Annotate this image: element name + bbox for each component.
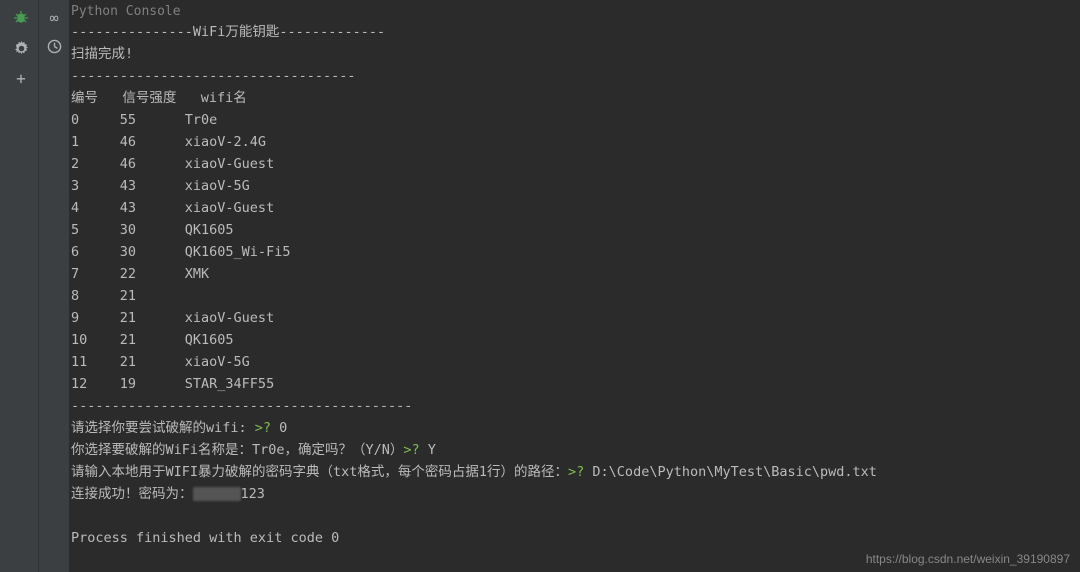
redacted-password	[193, 487, 241, 501]
prompt-marker: >?	[255, 420, 271, 436]
prompt-marker: >?	[403, 442, 419, 458]
prompt-marker: >?	[568, 464, 584, 480]
infinity-icon[interactable]: ∞	[44, 8, 64, 28]
run-tool-gutter: +	[4, 0, 39, 572]
console-gutter: ∞	[39, 0, 69, 572]
console-output[interactable]: Python Console ---------------WiFi万能钥匙--…	[69, 0, 1080, 572]
debug-icon[interactable]	[11, 8, 31, 28]
console-title: Python Console	[71, 4, 1080, 21]
watermark: https://blog.csdn.net/weixin_39190897	[866, 552, 1070, 566]
settings-icon[interactable]	[11, 38, 31, 58]
add-icon[interactable]: +	[11, 68, 31, 88]
history-icon[interactable]	[44, 36, 64, 56]
console-text: ---------------WiFi万能钥匙------------- 扫描完…	[71, 21, 1080, 549]
